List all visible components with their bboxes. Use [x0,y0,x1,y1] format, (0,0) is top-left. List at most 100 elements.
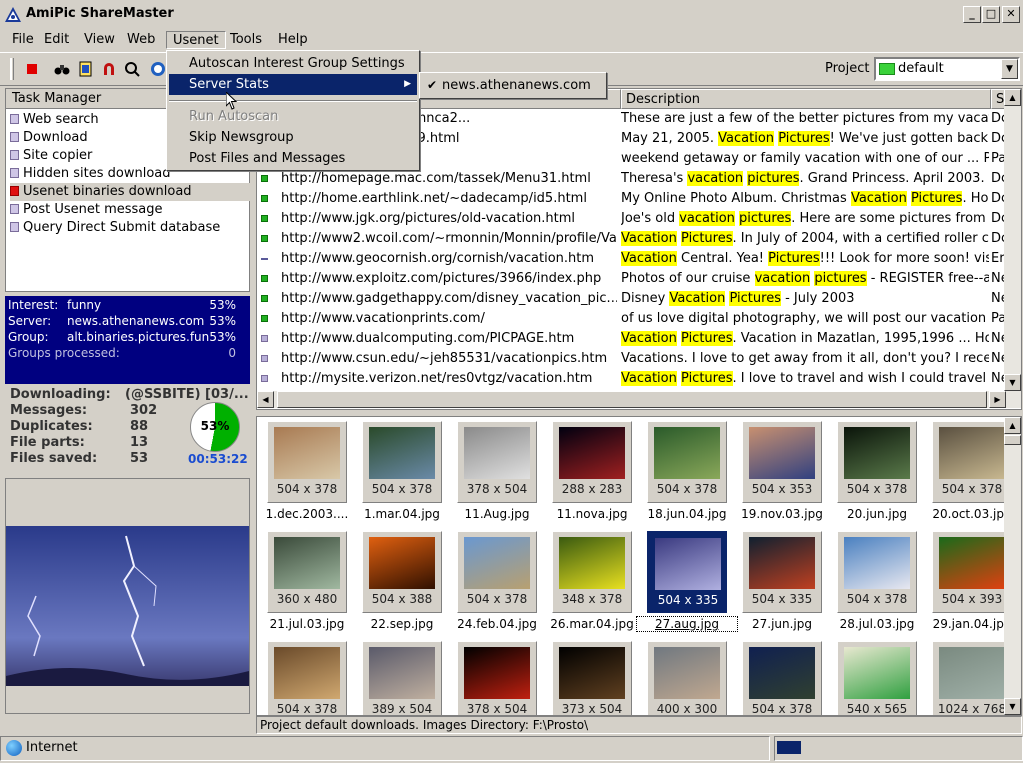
thumbnail-frame: 504 x 378 [932,421,1012,503]
thumbnail-image [654,427,720,479]
task-post-usenet[interactable]: Post Usenet message [10,201,163,219]
table-row[interactable]: http://mysite.verizon.net/res0vtgz/vacat… [257,369,1009,389]
close-button[interactable]: ✕ [1002,6,1020,23]
scroll-thumb[interactable] [1004,435,1021,445]
hand-search-icon[interactable] [124,61,140,77]
description-text: . In July of 2004, with a certified roll… [732,231,990,246]
task-site-copier[interactable]: Site copier [10,147,92,165]
menu-file[interactable]: File [6,31,40,49]
thumbnail-item[interactable]: 1024 x 768 [932,641,1012,715]
thumbnail-dimensions: 504 x 353 [751,482,813,496]
row-status-icon [261,375,268,382]
scroll-up-button[interactable]: ▲ [1004,89,1021,106]
minimize-button[interactable]: _ [963,6,981,23]
scroll-down-button[interactable]: ▼ [1004,698,1021,715]
thumbnail-frame: 373 x 504 [552,641,632,715]
task-download[interactable]: Download [10,129,88,147]
thumbnail-item[interactable]: 504 x 353 19.nov.03.jpg [741,421,823,523]
menu-autoscan-settings[interactable]: Autoscan Interest Group Settings [169,53,417,74]
thumbnail-item[interactable]: 504 x 335 27.jun.jpg [742,531,822,633]
table-row[interactable]: http://homepage.mac.com/tassek/Menu31.ht… [257,169,1008,189]
row-description: Vacations. I love to get away from it al… [621,349,989,369]
thumbnail-item[interactable]: 373 x 504 [552,641,632,715]
table-row[interactable]: http://www2.wcoil.com/~rmonnin/Monnin/pr… [257,229,1008,249]
thumbnail-item[interactable]: 389 x 504 [362,641,442,716]
row-status-icon [261,215,268,222]
task-usenet-binaries[interactable]: Usenet binaries download [10,183,250,201]
scroll-thumb[interactable] [277,391,987,408]
task-hidden-sites[interactable]: Hidden sites download [10,165,171,183]
thumbnail-item[interactable]: 348 x 378 26.mar.04.jpg [550,531,634,633]
thumbnail-item[interactable]: 504 x 378 20.oct.03.jpg [932,421,1012,523]
globe-icon[interactable] [150,61,166,77]
thumbnail-item[interactable]: 378 x 504 11.Aug.jpg [457,421,537,523]
table-row[interactable]: http://www.vacationprints.com/of us love… [257,309,1007,329]
thumbnail-item[interactable]: 504 x 335 27.aug.jpg [636,531,738,633]
submenu-server-item[interactable]: ✔ news.athenanews.com [422,75,604,96]
table-row[interactable]: http://www.jgk.org/pictures/old-vacation… [257,209,1008,229]
stat-group: Group: alt.binaries.pictures.fun 53% [8,330,246,346]
description-text: . Vacation in Mazatlan, 1995,1996 ... Ho… [732,331,990,346]
thumbnail-item[interactable]: 504 x 378 1.dec.2003.... [266,421,348,523]
description-text: !!! Look for more soon! visi... [819,251,989,266]
thumbnail-item[interactable]: 288 x 283 11.nova.jpg [552,421,632,523]
binoculars-icon[interactable] [54,61,70,77]
highlighted-keyword: Vacation [621,331,677,346]
thumbnail-item[interactable]: 504 x 378 [267,641,347,715]
maximize-button[interactable]: □ [982,6,1000,23]
thumbnail-item[interactable]: 504 x 378 24.feb.04.jpg [457,531,537,633]
thumbnail-frame: 504 x 378 [647,421,727,503]
project-select[interactable]: default ▼ [874,57,1020,81]
thumbnail-item[interactable]: 504 x 378 20.jun.jpg [837,421,917,523]
thumbnail-item[interactable]: 400 x 300 [647,641,727,715]
elapsed-time: 00:53:22 [188,452,248,466]
gallery-vertical-scrollbar[interactable]: ▲ ▼ [1004,417,1021,715]
column-description[interactable]: Description [621,89,991,109]
server-label: news.athenanews.com [442,78,591,93]
thumbnail-item[interactable]: 360 x 480 21.jul.03.jpg [267,531,347,633]
table-row[interactable]: http://www.geocornish.org/cornish/vacati… [257,249,1010,269]
results-horizontal-scrollbar[interactable]: ◀ ▶ [257,391,1021,408]
thumbnail-frame: 504 x 378 [837,531,917,613]
chevron-down-icon[interactable]: ▼ [1001,59,1018,79]
table-row[interactable]: http://www.dualcomputing.com/PICPAGE.htm… [257,329,1009,349]
menu-edit[interactable]: Edit [38,31,75,49]
thumbnail-item[interactable]: 504 x 378 1.mar.04.jpg [362,421,442,523]
row-description: of us love digital photography, we will … [621,309,989,329]
stop-icon[interactable] [24,61,40,77]
table-row[interactable]: http://home.earthlink.net/~dadecamp/id5.… [257,189,1008,209]
thumbnail-dimensions: 504 x 378 [941,482,1003,496]
menu-usenet[interactable]: Usenet [166,31,226,49]
task-query-direct[interactable]: Query Direct Submit database [10,219,220,237]
menu-skip-newsgroup[interactable]: Skip Newsgroup [169,127,417,148]
thumbnail-item[interactable]: 504 x 378 18.jun.04.jpg [647,421,727,523]
scroll-left-button[interactable]: ◀ [257,391,274,408]
thumbnail-dimensions: 389 x 504 [371,702,433,716]
menu-help[interactable]: Help [272,31,314,49]
menu-web[interactable]: Web [121,31,161,49]
magnet-icon[interactable] [101,61,117,77]
thumbnail-item[interactable]: 504 x 378 [742,641,822,716]
scroll-up-button[interactable]: ▲ [1004,417,1021,434]
task-web-search[interactable]: Web search [10,111,99,129]
scroll-right-button[interactable]: ▶ [989,391,1006,408]
table-row[interactable]: http://www.gadgethappy.com/disney_vacati… [257,289,1009,309]
document-search-icon[interactable] [78,61,94,77]
task-icon [10,204,19,214]
menu-view[interactable]: View [78,31,121,49]
thumbnail-item[interactable]: 378 x 504 [457,641,537,715]
thumbnail-item[interactable]: 504 x 388 22.sep.jpg [362,531,442,633]
thumbnail-item[interactable]: 540 x 565 [837,641,917,715]
row-status-icon [261,275,268,282]
table-row[interactable]: http://www.csun.edu/~jeh85531/vacationpi… [257,349,1009,369]
menu-post-files[interactable]: Post Files and Messages [169,148,417,169]
thumbnail-item[interactable]: 504 x 378 28.jul.03.jpg [837,531,917,633]
thumbnail-dimensions: 504 x 378 [751,702,813,716]
thumbnail-frame: 540 x 565 [837,641,917,715]
table-row[interactable]: http://www.exploitz.com/pictures/3966/in… [257,269,1009,289]
scroll-down-button[interactable]: ▼ [1004,374,1021,391]
thumbnail-item[interactable]: 504 x 393 29.jan.04.jpg [932,531,1012,633]
results-vertical-scrollbar[interactable]: ▲ ▼ [1004,89,1021,391]
menu-tools[interactable]: Tools [224,31,268,49]
menu-server-stats[interactable]: Server Stats ▶ [169,74,417,95]
